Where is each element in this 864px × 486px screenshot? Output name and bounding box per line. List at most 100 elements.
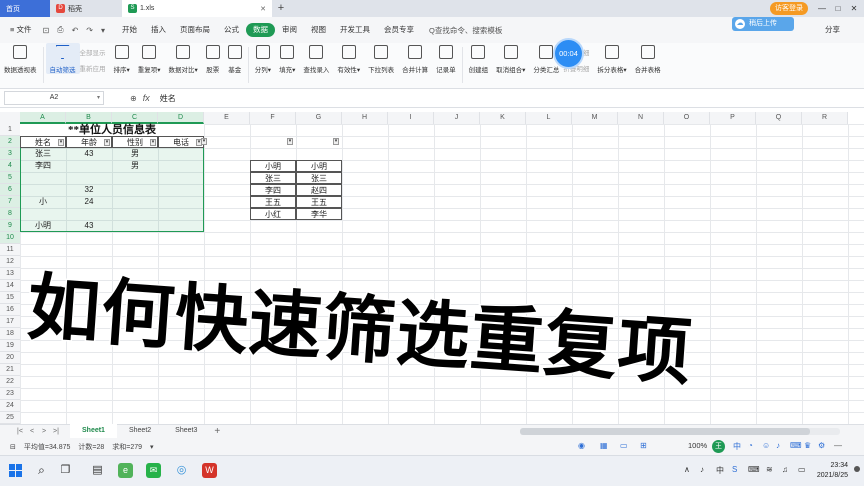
- volume-icon[interactable]: ♫: [782, 465, 788, 474]
- tab-document[interactable]: S 1.xls ✕: [122, 0, 272, 17]
- row-header-9[interactable]: 9: [0, 220, 20, 232]
- row-header-11[interactable]: 11: [0, 244, 20, 256]
- ribbon-button-15[interactable]: 创建组: [465, 43, 493, 74]
- table-cell[interactable]: [158, 184, 204, 196]
- menu-tab-2[interactable]: 页面布局: [173, 23, 217, 37]
- ribbon-button-5[interactable]: 数据对比▾: [165, 43, 202, 74]
- ribbon-button-8[interactable]: 分列▾: [251, 43, 275, 74]
- filter-dropdown-icon[interactable]: ▾: [104, 139, 110, 146]
- column-header-Q[interactable]: Q: [756, 112, 802, 124]
- ribbon-button-6[interactable]: 股票: [202, 43, 224, 74]
- save-icon[interactable]: ⊡: [38, 26, 53, 35]
- file-menu[interactable]: ≡ 文件: [0, 23, 38, 37]
- column-header-F[interactable]: F: [250, 112, 296, 124]
- ribbon-button-16[interactable]: 取消组合▾: [492, 43, 529, 74]
- row-header-19[interactable]: 19: [0, 340, 20, 352]
- table-cell[interactable]: [158, 172, 204, 184]
- ribbon-small-button-2-0[interactable]: 全部显示: [80, 47, 106, 57]
- print-icon[interactable]: ⎙: [53, 25, 67, 35]
- cloud-upload-popup[interactable]: ☁ 稍后上传: [732, 17, 794, 31]
- column-header-L[interactable]: L: [526, 112, 572, 124]
- column-header-R[interactable]: R: [802, 112, 848, 124]
- table-header-0[interactable]: 姓名 ▾: [20, 136, 66, 148]
- column-header-E[interactable]: E: [204, 112, 250, 124]
- row-header-17[interactable]: 17: [0, 316, 20, 328]
- zoom-level[interactable]: 100%: [688, 441, 707, 450]
- ribbon-button-10[interactable]: 查找录入: [299, 43, 333, 74]
- table-cell[interactable]: [66, 160, 112, 172]
- row-header-18[interactable]: 18: [0, 328, 20, 340]
- table-cell[interactable]: 男: [112, 148, 158, 160]
- table-cell[interactable]: [20, 184, 66, 196]
- network-app-icon[interactable]: ◎: [174, 463, 189, 478]
- ribbon-button-13[interactable]: 合并计算: [398, 43, 432, 74]
- list-f-cell[interactable]: 张三: [250, 172, 296, 184]
- table-cell[interactable]: [20, 208, 66, 220]
- zoom-slider[interactable]: —: [834, 441, 842, 450]
- ribbon-button-14[interactable]: 记录单: [432, 43, 460, 74]
- eye-icon[interactable]: ◉: [578, 441, 585, 450]
- wps-icon[interactable]: W: [202, 463, 217, 478]
- column-header-C[interactable]: C: [112, 112, 158, 124]
- punctuation-icon[interactable]: ◔: [748, 441, 753, 450]
- table-cell[interactable]: [112, 172, 158, 184]
- column-header-M[interactable]: M: [572, 112, 618, 124]
- table-cell[interactable]: [66, 172, 112, 184]
- undo-icon[interactable]: ↶: [68, 26, 83, 35]
- filter-dropdown-icon[interactable]: ▾: [150, 139, 156, 146]
- list-f-cell[interactable]: 小明: [250, 160, 296, 172]
- table-header-3[interactable]: 电话 ▾: [158, 136, 204, 148]
- menu-tab-8[interactable]: 会员专享: [377, 23, 421, 37]
- tray-keyboard-icon[interactable]: ⌨: [748, 465, 760, 474]
- row-header-7[interactable]: 7: [0, 196, 20, 208]
- close-tab-icon[interactable]: ✕: [260, 5, 266, 13]
- table-cell[interactable]: 男: [112, 160, 158, 172]
- ribbon-button-9[interactable]: 填充▾: [275, 43, 299, 74]
- filter-dropdown-icon[interactable]: ▾: [58, 139, 64, 146]
- keyboard-icon[interactable]: ⌨: [790, 441, 802, 450]
- ribbon-button-12[interactable]: 下拉列表: [364, 43, 398, 74]
- status-sum-chevron[interactable]: ▾: [146, 443, 158, 451]
- row-header-20[interactable]: 20: [0, 352, 20, 364]
- formula-input[interactable]: 姓名: [160, 93, 176, 104]
- list-g-cell[interactable]: 赵四: [296, 184, 342, 196]
- app-360-icon[interactable]: e: [118, 463, 133, 478]
- guest-login-button[interactable]: 访客登录: [770, 2, 808, 15]
- column-header-K[interactable]: K: [480, 112, 526, 124]
- sheet-nav-button-0[interactable]: |<: [14, 428, 26, 435]
- tray-mic-icon[interactable]: ♪: [700, 465, 704, 474]
- row-header-2[interactable]: 2: [0, 136, 20, 148]
- scrollbar-thumb[interactable]: [520, 428, 810, 435]
- emoji-icon[interactable]: ☺: [762, 441, 770, 450]
- column-header-I[interactable]: I: [388, 112, 434, 124]
- menu-tab-3[interactable]: 公式: [217, 23, 246, 37]
- row-header-3[interactable]: 3: [0, 148, 20, 160]
- task-view-icon[interactable]: ❐: [58, 463, 73, 478]
- sheet-nav-button-2[interactable]: >: [38, 428, 50, 435]
- wechat-icon[interactable]: ✉: [146, 463, 161, 478]
- list-f-cell[interactable]: 王五: [250, 196, 296, 208]
- row-header-5[interactable]: 5: [0, 172, 20, 184]
- view-break-icon[interactable]: ⊞: [640, 441, 647, 450]
- taskbar-clock[interactable]: 23:34 2021/8/25: [817, 461, 848, 481]
- table-cell[interactable]: 李四: [20, 160, 66, 172]
- row-header-4[interactable]: 4: [0, 160, 20, 172]
- column-header-P[interactable]: P: [710, 112, 756, 124]
- horizontal-scrollbar[interactable]: [520, 428, 840, 435]
- column-header-N[interactable]: N: [618, 112, 664, 124]
- skin-icon[interactable]: ♛: [804, 441, 811, 450]
- select-all-corner[interactable]: [0, 112, 20, 124]
- table-cell[interactable]: [66, 208, 112, 220]
- ribbon-button-4[interactable]: 重复项▾: [134, 43, 165, 74]
- macro-icon[interactable]: ⊟: [0, 443, 20, 451]
- command-search[interactable]: Q查找命令、搜索模板: [421, 25, 510, 36]
- sheet-nav-button-1[interactable]: <: [26, 428, 38, 435]
- table-cell[interactable]: [112, 208, 158, 220]
- row-header-12[interactable]: 12: [0, 256, 20, 268]
- ribbon-button-0[interactable]: 数据透视表: [0, 43, 41, 74]
- name-box[interactable]: A2 ▾: [4, 91, 104, 105]
- table-cell[interactable]: [112, 220, 158, 232]
- table-cell[interactable]: [158, 208, 204, 220]
- row-header-22[interactable]: 22: [0, 376, 20, 388]
- column-header-J[interactable]: J: [434, 112, 480, 124]
